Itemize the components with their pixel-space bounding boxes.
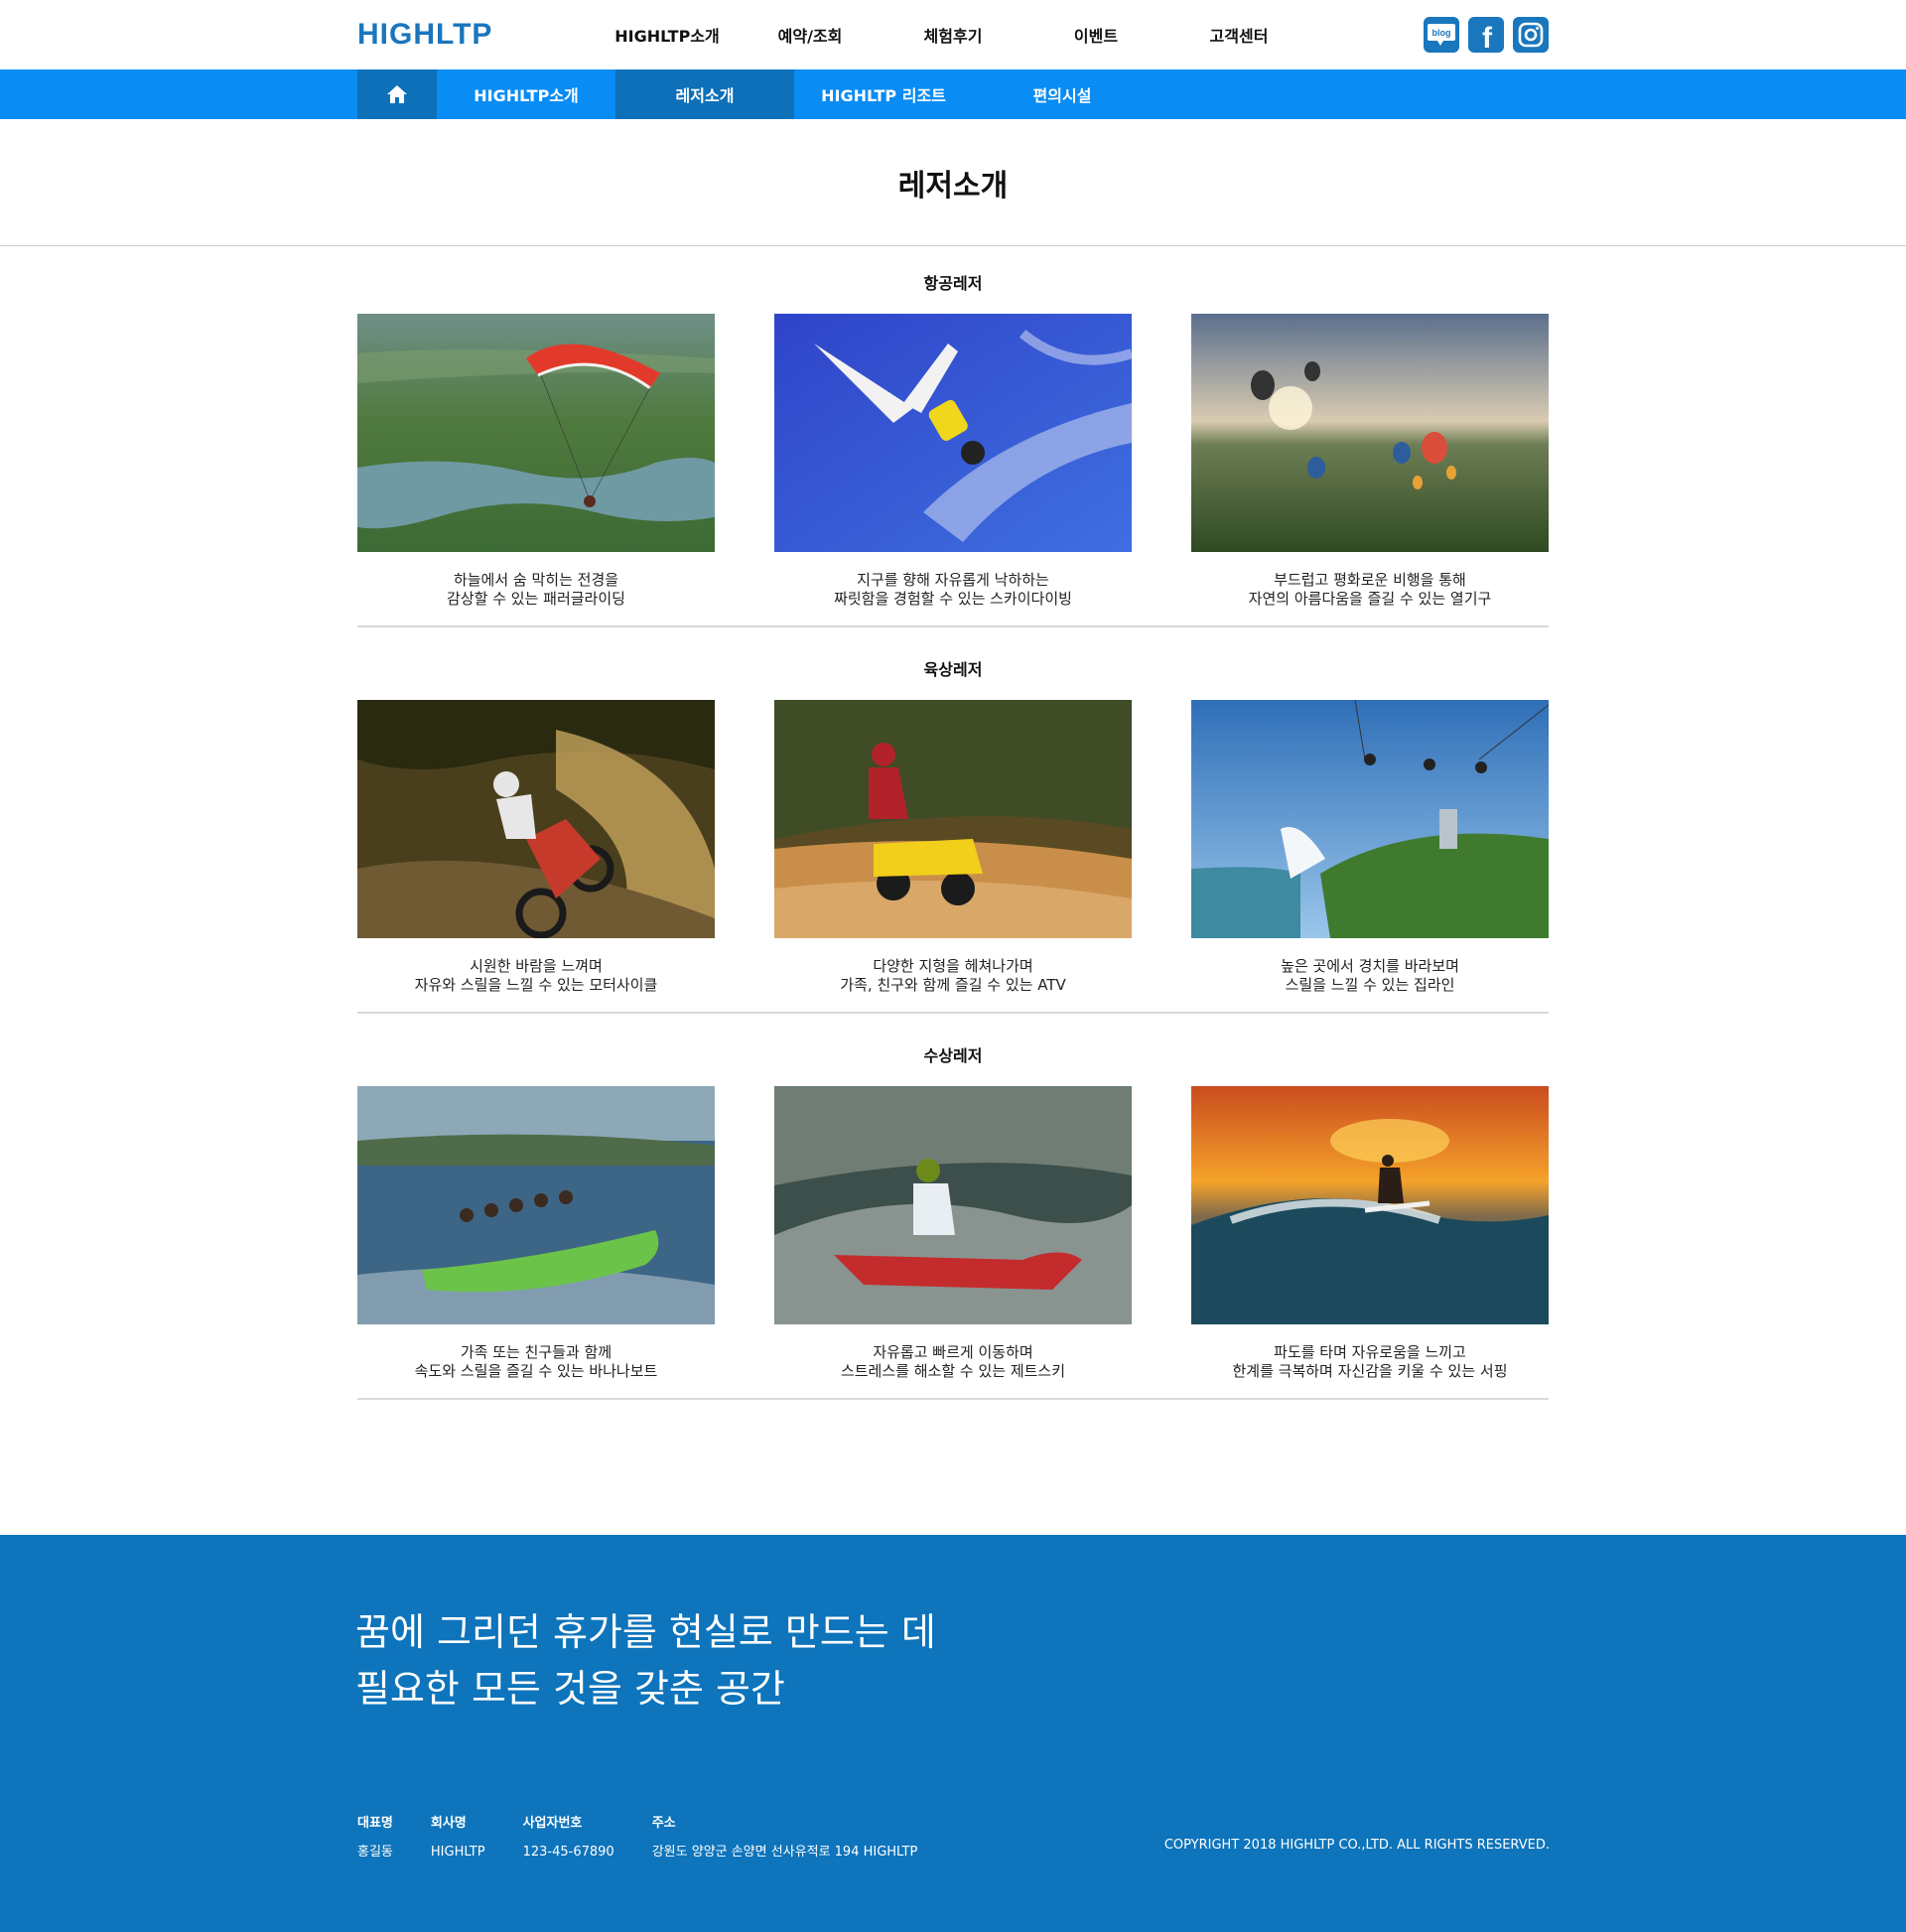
blog-icon[interactable]: blog: [1424, 17, 1459, 53]
card-caption: 높은 곳에서 경치를 바라보며 스릴을 느낄 수 있는 집라인: [1281, 957, 1459, 994]
home-button[interactable]: [357, 69, 437, 119]
card-caption: 다양한 지형을 헤쳐나가며 가족, 친구와 함께 즐길 수 있는 ATV: [840, 957, 1066, 994]
svg-text:blog: blog: [1432, 28, 1451, 38]
subnav-item-resort[interactable]: HIGHLTP 리조트: [794, 69, 973, 119]
card-banana-boat[interactable]: 가족 또는 친구들과 함께 속도와 스릴을 즐길 수 있는 바나나보트: [357, 1086, 715, 1398]
info-business-number: 사업자번호 123-45-67890: [522, 1816, 614, 1860]
card-caption: 가족 또는 친구들과 함께 속도와 스릴을 즐길 수 있는 바나나보트: [414, 1343, 658, 1380]
svg-text:f: f: [1482, 22, 1493, 53]
motorcycle-photo: [357, 700, 715, 938]
card-caption: 자유롭고 빠르게 이동하며 스트레스를 해소할 수 있는 제트스키: [840, 1343, 1066, 1380]
section-land-leisure: 육상레저 시원한 바람을 느껴며 자유와 스릴을 느낄 수 있는 모터사이클 다…: [357, 660, 1549, 1014]
card-jet-ski[interactable]: 자유롭고 빠르게 이동하며 스트레스를 해소할 수 있는 제트스키: [774, 1086, 1132, 1398]
nav-item-reservation[interactable]: 예약/조회: [739, 0, 882, 69]
footer: 꿈에 그리던 휴가를 현실로 만드는 데 필요한 모든 것을 갖춘 공간 대표명…: [0, 1535, 1906, 1932]
surfing-photo: [1191, 1086, 1549, 1324]
sns-links: blog f: [1424, 17, 1549, 53]
card-caption: 지구를 향해 자유롭게 낙하하는 짜릿함을 경험할 수 있는 스카이다이빙: [834, 571, 1072, 608]
section-title: 수상레저: [923, 1046, 983, 1065]
card-atv[interactable]: 다양한 지형을 헤쳐나가며 가족, 친구와 함께 즐길 수 있는 ATV: [774, 700, 1132, 1012]
paragliding-photo: [357, 314, 715, 552]
zipline-photo: [1191, 700, 1549, 938]
card-caption: 하늘에서 숨 막히는 전경을 감상할 수 있는 패러글라이딩: [447, 571, 625, 608]
section-title: 항공레저: [923, 274, 983, 293]
subnav-item-about[interactable]: HIGHLTP소개: [437, 69, 615, 119]
subnav-item-facilities[interactable]: 편의시설: [973, 69, 1152, 119]
jet-ski-photo: [774, 1086, 1132, 1324]
card-zipline[interactable]: 높은 곳에서 경치를 바라보며 스릴을 느낄 수 있는 집라인: [1191, 700, 1549, 1012]
header: HIGHLTP HIGHLTP소개 예약/조회 체험후기 이벤트 고객센터 bl…: [0, 0, 1906, 69]
card-caption: 부드럽고 평화로운 비행을 통해 자연의 아름다움을 즐길 수 있는 열기구: [1248, 571, 1492, 608]
info-address: 주소 강원도 양양군 손양면 선사유적로 194 HIGHLTP: [651, 1816, 918, 1860]
card-motorcycle[interactable]: 시원한 바람을 느껴며 자유와 스릴을 느낄 수 있는 모터사이클: [357, 700, 715, 1012]
main-nav: HIGHLTP소개 예약/조회 체험후기 이벤트 고객센터: [596, 0, 1310, 69]
instagram-icon[interactable]: [1513, 17, 1549, 53]
card-skydiving[interactable]: 지구를 향해 자유롭게 낙하하는 짜릿함을 경험할 수 있는 스카이다이빙: [774, 314, 1132, 625]
banana-boat-photo: [357, 1086, 715, 1324]
home-icon: [387, 85, 407, 103]
page-title: 레저소개: [0, 119, 1906, 246]
card-caption: 시원한 바람을 느껴며 자유와 스릴을 느낄 수 있는 모터사이클: [414, 957, 658, 994]
sub-nav: HIGHLTP소개 레저소개 HIGHLTP 리조트 편의시설: [0, 69, 1906, 119]
section-water-leisure: 수상레저 가족 또는 친구들과 함께 속도와 스릴을 즐길 수 있는 바나나보트…: [357, 1046, 1549, 1400]
footer-slogan: 꿈에 그리던 휴가를 현실로 만드는 데 필요한 모든 것을 갖춘 공간: [355, 1610, 936, 1711]
card-paragliding[interactable]: 하늘에서 숨 막히는 전경을 감상할 수 있는 패러글라이딩: [357, 314, 715, 625]
info-ceo: 대표명 홍길동: [357, 1816, 393, 1860]
company-info: 대표명 홍길동 회사명 HIGHLTP 사업자번호 123-45-67890 주…: [357, 1809, 955, 1866]
section-title: 육상레저: [923, 660, 983, 679]
hot-air-balloon-photo: [1191, 314, 1549, 552]
info-company: 회사명 HIGHLTP: [430, 1816, 485, 1860]
section-air-leisure: 항공레저 하늘에서 숨 막히는 전경을 감상할 수 있는 패러글라이딩 지구를 …: [357, 274, 1549, 627]
nav-item-support[interactable]: 고객센터: [1167, 0, 1310, 69]
facebook-icon[interactable]: f: [1468, 17, 1504, 53]
skydiving-photo: [774, 314, 1132, 552]
nav-item-reviews[interactable]: 체험후기: [882, 0, 1024, 69]
copyright: COPYRIGHT 2018 HIGHLTP CO.,LTD. ALL RIGH…: [1163, 1838, 1550, 1853]
subnav-item-leisure[interactable]: 레저소개: [615, 69, 794, 119]
nav-item-events[interactable]: 이벤트: [1024, 0, 1167, 69]
nav-item-about[interactable]: HIGHLTP소개: [596, 0, 739, 69]
card-hot-air-balloon[interactable]: 부드럽고 평화로운 비행을 통해 자연의 아름다움을 즐길 수 있는 열기구: [1191, 314, 1549, 625]
card-caption: 파도를 타며 자유로움을 느끼고 한계를 극복하며 자신감을 키울 수 있는 서…: [1232, 1343, 1508, 1380]
atv-photo: [774, 700, 1132, 938]
logo[interactable]: HIGHLTP: [357, 20, 492, 50]
card-surfing[interactable]: 파도를 타며 자유로움을 느끼고 한계를 극복하며 자신감을 키울 수 있는 서…: [1191, 1086, 1549, 1398]
